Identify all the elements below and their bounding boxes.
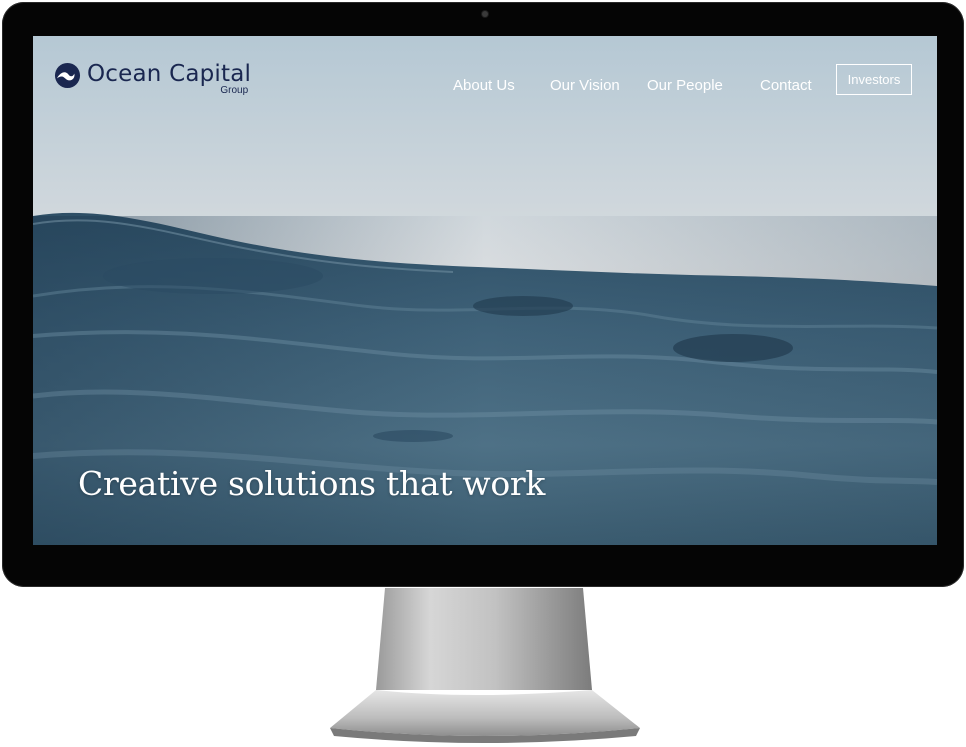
brand-logo[interactable]: Ocean Capital Group xyxy=(54,60,252,96)
brand-name: Ocean Capital xyxy=(87,61,252,87)
investors-button[interactable]: Investors xyxy=(836,64,912,95)
nav-link-about-us[interactable]: About Us xyxy=(453,77,515,94)
nav-link-our-people[interactable]: Our People xyxy=(647,77,723,94)
nav-link-our-vision[interactable]: Our Vision xyxy=(550,77,620,94)
wave-logo-icon xyxy=(54,62,81,89)
brand-subtitle: Group xyxy=(220,85,249,96)
nav-link-contact[interactable]: Contact xyxy=(760,77,812,94)
top-navigation: Ocean Capital Group About Us Our Vision … xyxy=(33,36,937,136)
hero-headline: Creative solutions that work xyxy=(78,464,546,503)
website-screen: Ocean Capital Group About Us Our Vision … xyxy=(33,36,937,545)
